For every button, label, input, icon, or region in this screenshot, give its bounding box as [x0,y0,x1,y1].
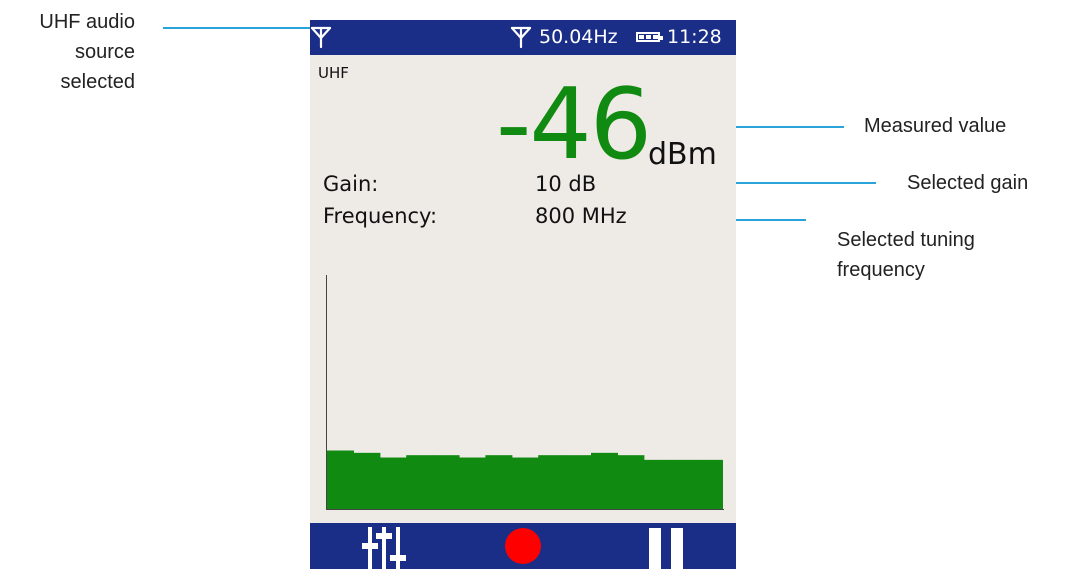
gain-value: 10 dB [535,172,597,196]
level-bar [511,457,539,509]
source-label: UHF [318,64,349,82]
antenna-icon [510,25,532,53]
bottom-nav-bar [310,523,736,569]
frequency-label: Frequency: [323,204,438,228]
measured-unit: dBm [648,137,717,172]
clock-time: 11:28 [667,26,722,48]
level-bar [379,457,407,509]
level-bar [432,455,460,509]
mixer-sliders-icon[interactable] [360,527,410,569]
level-bar [327,450,354,509]
level-bar [538,455,566,509]
level-bar [643,459,671,509]
annotation-line: Selected tuning [837,229,975,251]
record-icon[interactable] [505,528,541,568]
level-bar [406,455,434,509]
level-bar [564,455,592,509]
level-bar [670,459,698,509]
measured-value: -46 [496,68,652,182]
level-chart [327,275,723,509]
gain-label: Gain: [323,172,379,196]
level-bar [459,457,486,509]
annotation-measured-value: Measured value [864,115,1007,137]
annotation-connector [163,27,313,29]
level-bar [485,455,513,509]
pause-icon[interactable] [649,528,685,569]
level-chart-svg [327,450,723,509]
frequency-value: 800 MHz [535,204,627,228]
mains-frequency: 50.04Hz [539,26,618,48]
annotation-line: frequency [837,259,925,281]
level-bar [617,455,645,509]
annotation-selected-gain: Selected gain [907,172,1029,194]
annotation-line: UHF audio [39,11,135,33]
annotation-line: selected [60,71,136,93]
device-screen: 50.04Hz 11:28 UHF -46 dBm Gain: 10 dB Fr… [310,20,736,569]
level-bar [353,452,381,509]
level-bar [591,452,618,509]
annotation-line: source [74,41,135,63]
antenna-icon [310,25,332,53]
level-bar [696,459,723,509]
battery-icon [636,32,663,42]
annotation-source-selected: UHF audio source selected [0,7,135,97]
status-bar: 50.04Hz 11:28 [310,20,736,55]
annotation-tuning-frequency: Selected tuning frequency [837,225,975,285]
